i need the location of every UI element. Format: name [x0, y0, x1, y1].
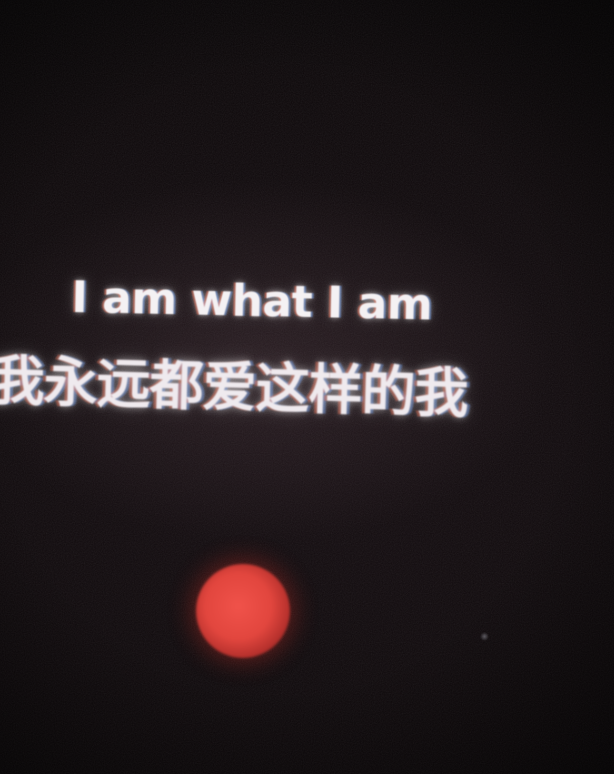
red-light-bokeh — [196, 564, 290, 658]
photo-scene: I am what I am 我永远都爱这样的我 — [0, 0, 614, 774]
caption-block: I am what I am 我永远都爱这样的我 — [0, 0, 614, 774]
caption-english: I am what I am — [70, 272, 433, 331]
dust-speck — [480, 632, 489, 641]
caption-chinese: 我永远都爱这样的我 — [0, 348, 469, 426]
